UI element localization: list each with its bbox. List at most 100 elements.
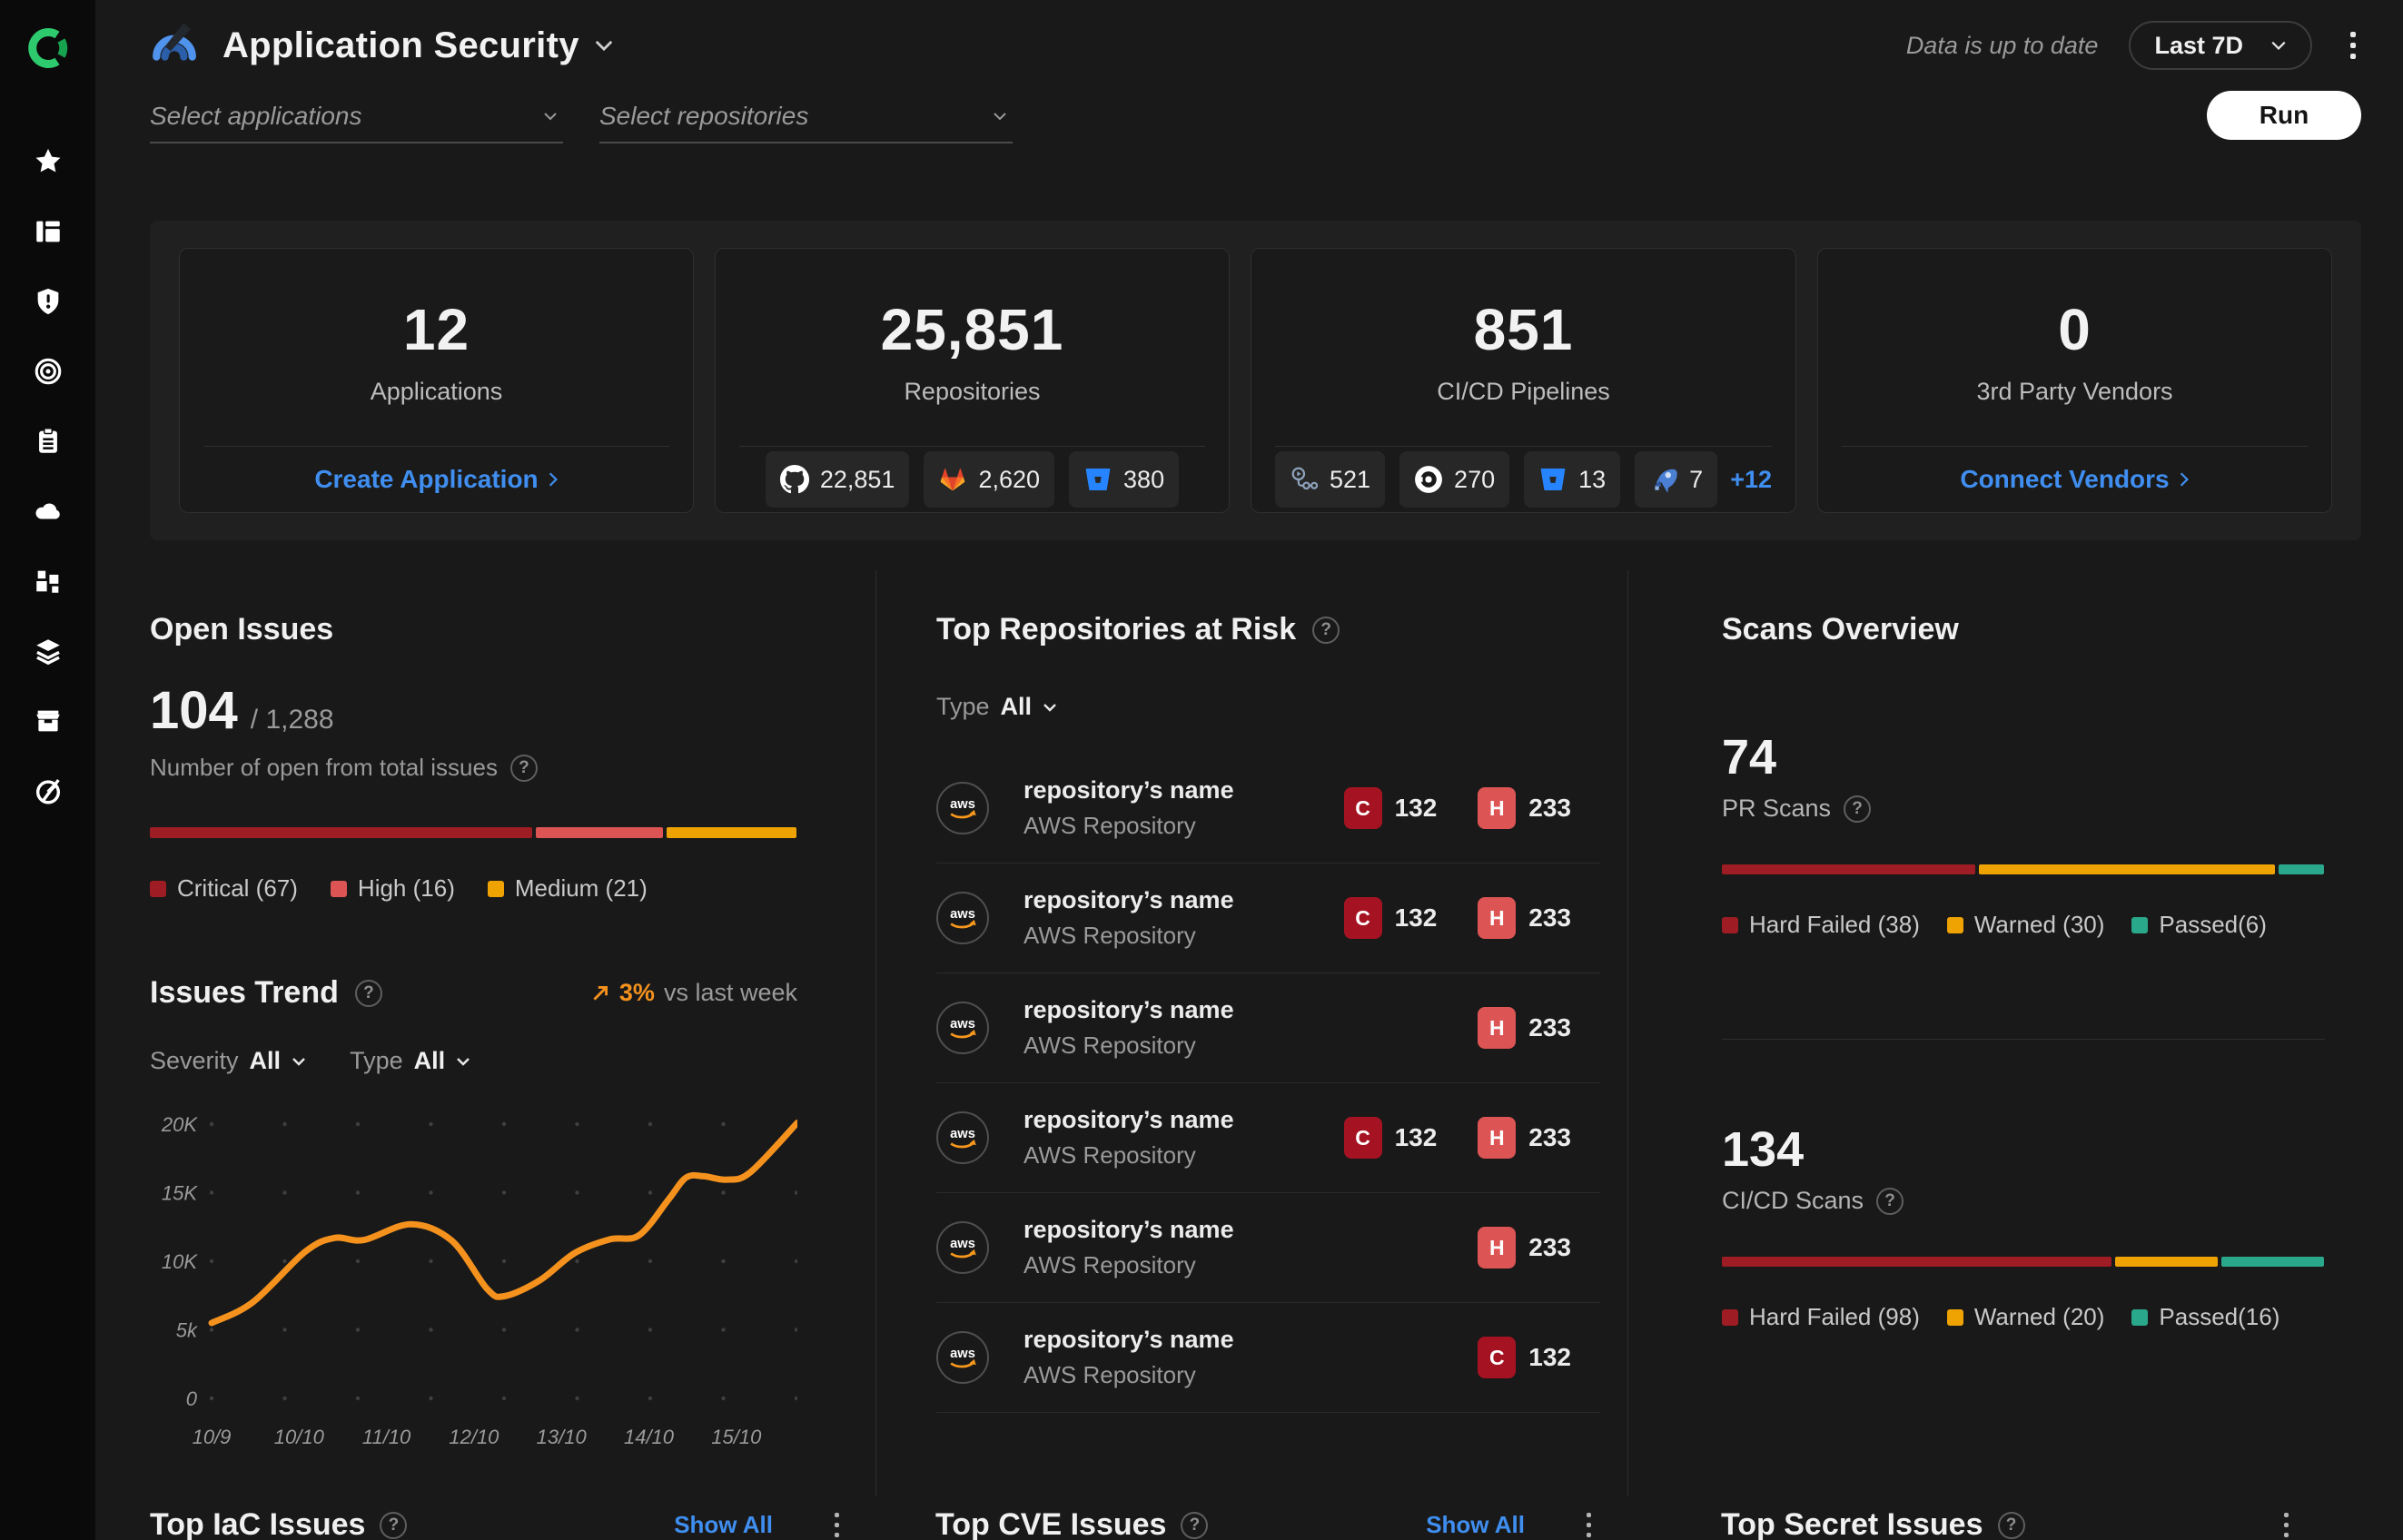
chevron-right-icon <box>549 472 558 487</box>
critical-badge: C 132 <box>1343 787 1437 829</box>
applications-select[interactable]: Select applications <box>150 91 563 143</box>
header-more-menu[interactable] <box>2345 26 2361 64</box>
sidebar-item-security-alerts[interactable] <box>0 266 95 336</box>
repo-subtitle: AWS Repository <box>1024 1141 1196 1169</box>
sidebar-item-dashboard[interactable] <box>0 196 95 266</box>
svg-text:aws: aws <box>950 907 975 922</box>
github-actions-chip[interactable]: 521 <box>1274 451 1386 508</box>
main-area: Application Security Data is up to date … <box>95 0 2403 1540</box>
sidebar-item-layers[interactable] <box>0 616 95 686</box>
top-repos-title-row: Top Repositories at Risk ? <box>936 612 1600 647</box>
repo-row[interactable]: aws repository’s name AWS Repository C 132… <box>936 754 1600 864</box>
repositories-select-placeholder: Select repositories <box>599 102 809 130</box>
gitlab-repos-count: 2,620 <box>978 465 1041 493</box>
sidebar-item-marketplace[interactable] <box>0 686 95 755</box>
top-cve-issues-title: Top CVE Issues <box>935 1507 1167 1540</box>
help-icon[interactable]: ? <box>1997 1511 2025 1539</box>
repo-row[interactable]: aws repository’s name AWS Repository C 132 <box>936 1303 1600 1413</box>
gitlab-icon <box>941 468 965 491</box>
trend-delta-note: vs last week <box>663 979 797 1006</box>
svg-text:aws: aws <box>950 1347 975 1361</box>
cve-more-menu[interactable] <box>1581 1507 1597 1540</box>
svg-text:10/10: 10/10 <box>274 1426 325 1448</box>
svg-text:20K: 20K <box>161 1113 198 1136</box>
sidebar-item-integrations[interactable] <box>0 546 95 616</box>
top-iac-issues-header: Top IaC Issues? Show All <box>150 1496 875 1540</box>
bitbucket-repos-chip[interactable]: 380 <box>1069 451 1180 508</box>
create-application-link[interactable]: Create Application <box>314 465 558 494</box>
repo-row[interactable]: aws repository’s name AWS Repository C 132… <box>936 1083 1600 1193</box>
repositories-count: 25,851 <box>880 297 1064 362</box>
severity-filter-select[interactable]: Severity All <box>150 1047 306 1075</box>
trend-filters: Severity All Type All <box>150 1047 797 1075</box>
brand-logo-icon[interactable] <box>27 27 69 74</box>
scans-divider <box>1722 1039 2325 1040</box>
bitbucket-pipelines-count: 13 <box>1578 465 1607 493</box>
pipelines-count: 851 <box>1473 297 1574 362</box>
high-badge: H 233 <box>1478 1007 1571 1049</box>
connect-vendors-link[interactable]: Connect Vendors <box>1960 465 2189 494</box>
help-icon[interactable]: ? <box>380 1511 408 1539</box>
target-icon <box>35 358 61 384</box>
cicd-scans-legend: Hard Failed (98) Warned (20) Passed(16) <box>1722 1303 2325 1331</box>
repo-row[interactable]: aws repository’s name AWS Repository H 233 <box>936 973 1600 1083</box>
severity-stacked-bar <box>150 827 797 838</box>
sidebar-item-gauge[interactable] <box>0 755 95 825</box>
run-button[interactable]: Run <box>2207 91 2361 140</box>
gauge-compass-icon <box>35 778 60 804</box>
github-repos-chip[interactable]: 22,851 <box>765 451 910 508</box>
high-badge: H 233 <box>1478 1227 1571 1269</box>
azure-pipelines-icon <box>1655 469 1677 493</box>
legend-critical: Critical (67) <box>150 874 298 903</box>
title-chevron-down-icon[interactable] <box>594 39 614 52</box>
pipelines-label: CI/CD Pipelines <box>1437 378 1610 405</box>
top-cve-issues-header: Top CVE Issues? Show All <box>875 1496 1627 1540</box>
sidebar-item-cloud[interactable] <box>0 476 95 546</box>
issues-trend-title: Issues Trend <box>150 975 339 1010</box>
help-icon[interactable]: ? <box>1181 1511 1209 1539</box>
time-range-select[interactable]: Last 7D <box>2129 21 2312 70</box>
circleci-chip[interactable]: 270 <box>1399 451 1510 508</box>
azure-pipelines-chip[interactable]: 7 <box>1635 451 1718 508</box>
open-issues-count: 104 <box>150 681 238 740</box>
bitbucket-repos-count: 380 <box>1123 465 1165 493</box>
top-iac-issues-title: Top IaC Issues <box>150 1507 366 1540</box>
gitlab-repos-chip[interactable]: 2,620 <box>924 451 1055 508</box>
type-filter-select[interactable]: Type All <box>350 1047 470 1075</box>
sidebar-item-targets[interactable] <box>0 336 95 406</box>
repo-type-select[interactable]: Type All <box>936 693 1057 721</box>
repositories-select[interactable]: Select repositories <box>599 91 1013 143</box>
circleci-count: 270 <box>1454 465 1496 493</box>
header-right: Data is up to date Last 7D <box>1906 21 2361 70</box>
layers-icon <box>35 638 60 665</box>
svg-text:14/10: 14/10 <box>624 1426 675 1448</box>
legend-warned: Warned (20) <box>1946 1303 2104 1331</box>
repo-subtitle: AWS Repository <box>1024 1361 1196 1388</box>
repo-row[interactable]: aws repository’s name AWS Repository H 233 <box>936 1193 1600 1303</box>
vendors-label: 3rd Party Vendors <box>1976 378 2173 405</box>
sidebar-item-reports[interactable] <box>0 406 95 476</box>
bitbucket-icon <box>1085 468 1111 491</box>
iac-show-all-link[interactable]: Show All <box>674 1511 773 1539</box>
store-icon <box>35 710 60 731</box>
legend-hard-failed: Hard Failed (98) <box>1722 1303 1920 1331</box>
secrets-more-menu[interactable] <box>2279 1507 2294 1540</box>
sidebar-item-favorites[interactable] <box>0 126 95 196</box>
help-icon[interactable]: ? <box>1876 1187 1904 1215</box>
shield-alert-icon <box>37 288 58 314</box>
aws-avatar-icon: aws <box>936 1331 989 1384</box>
help-icon[interactable]: ? <box>354 979 382 1007</box>
legend-high: High (16) <box>330 874 455 903</box>
help-icon[interactable]: ? <box>509 754 538 782</box>
issues-trend-chart: 0 5k 10K 15K 20K 10/9 10/10 11/10 12/10 13/10 14/1… <box>150 1097 801 1469</box>
cve-show-all-link[interactable]: Show All <box>1426 1511 1525 1539</box>
bitbucket-pipelines-chip[interactable]: 13 <box>1524 451 1621 508</box>
repo-row[interactable]: aws repository’s name AWS Repository C 132… <box>936 864 1600 973</box>
iac-more-menu[interactable] <box>829 1507 845 1540</box>
applications-chevron-down-icon <box>543 112 558 121</box>
pr-scans-stacked-bar <box>1722 864 2325 874</box>
pipelines-more-link[interactable]: +12 <box>1730 466 1772 494</box>
help-icon[interactable]: ? <box>1844 795 1872 823</box>
help-icon[interactable]: ? <box>1312 616 1340 644</box>
high-badge: H 233 <box>1478 1117 1571 1159</box>
